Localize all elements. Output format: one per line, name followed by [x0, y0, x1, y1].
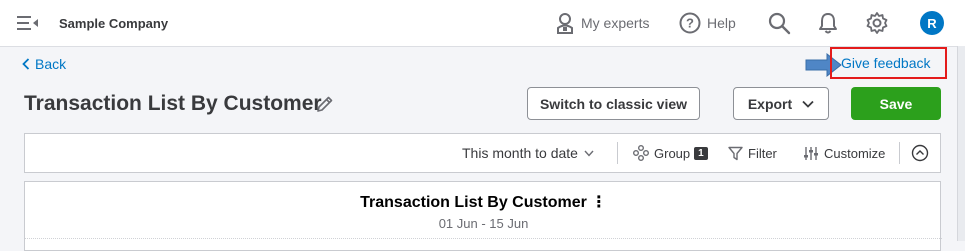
toolbar-divider — [899, 142, 900, 164]
hamburger-menu-icon[interactable] — [17, 13, 39, 33]
customize-sliders-icon — [804, 146, 818, 160]
my-experts-label: My experts — [581, 15, 650, 31]
chevron-left-icon — [22, 58, 30, 70]
customize-button[interactable]: Customize — [803, 134, 885, 172]
group-nodes-icon — [633, 145, 649, 161]
help-button[interactable]: ? Help — [679, 11, 736, 35]
date-range-dropdown[interactable]: This month to date — [462, 134, 594, 172]
top-bar: Sample Company My experts ? Help R — [0, 0, 965, 47]
help-question-icon: ? — [679, 12, 701, 34]
chevron-down-icon — [802, 100, 814, 108]
search-icon[interactable] — [767, 11, 791, 35]
filter-funnel-icon — [728, 146, 743, 160]
filter-button[interactable]: Filter — [728, 134, 777, 172]
date-range-value: This month to date — [462, 145, 578, 161]
group-count-badge: 1 — [694, 146, 708, 160]
svg-text:?: ? — [686, 16, 694, 31]
save-label: Save — [879, 95, 913, 112]
back-label: Back — [35, 56, 67, 72]
customize-label: Customize — [824, 145, 886, 161]
my-experts-button[interactable]: My experts — [555, 11, 649, 35]
more-options-icon[interactable]: ⋮ — [591, 194, 607, 211]
group-label: Group — [654, 145, 691, 161]
toolbar-divider — [617, 142, 618, 164]
group-button[interactable]: Group 1 — [633, 134, 708, 172]
edit-pencil-icon[interactable] — [316, 95, 334, 113]
divider — [25, 238, 942, 240]
back-link[interactable]: Back — [22, 56, 66, 72]
scrollbar-track[interactable] — [957, 46, 965, 241]
export-label: Export — [747, 95, 793, 112]
switch-label: Switch to classic view — [539, 95, 688, 112]
report-title-text: Transaction List By Customer — [360, 194, 587, 211]
chevron-up-circle-icon — [911, 144, 929, 162]
filter-label: Filter — [748, 145, 777, 161]
report-period: 01 Jun - 15 Jun — [438, 216, 529, 231]
page-title: Transaction List By Customer — [24, 92, 322, 115]
report-title: Transaction List By Customer ⋮ — [25, 192, 942, 212]
user-avatar[interactable]: R — [920, 11, 944, 35]
switch-to-classic-view-button[interactable]: Switch to classic view — [527, 87, 700, 120]
save-button[interactable]: Save — [851, 87, 941, 120]
expert-person-icon — [557, 13, 573, 34]
notifications-bell-icon[interactable] — [816, 11, 840, 35]
give-feedback-link[interactable]: Give feedback — [841, 55, 931, 71]
settings-gear-icon[interactable] — [865, 11, 889, 35]
export-dropdown-button[interactable]: Export — [733, 87, 829, 120]
report-toolbar: This month to date Group 1 Filter Custom… — [24, 133, 941, 173]
chevron-down-icon — [584, 150, 594, 157]
collapse-toolbar-button[interactable] — [911, 134, 934, 172]
help-label: Help — [707, 15, 736, 31]
company-name: Sample Company — [59, 16, 169, 31]
